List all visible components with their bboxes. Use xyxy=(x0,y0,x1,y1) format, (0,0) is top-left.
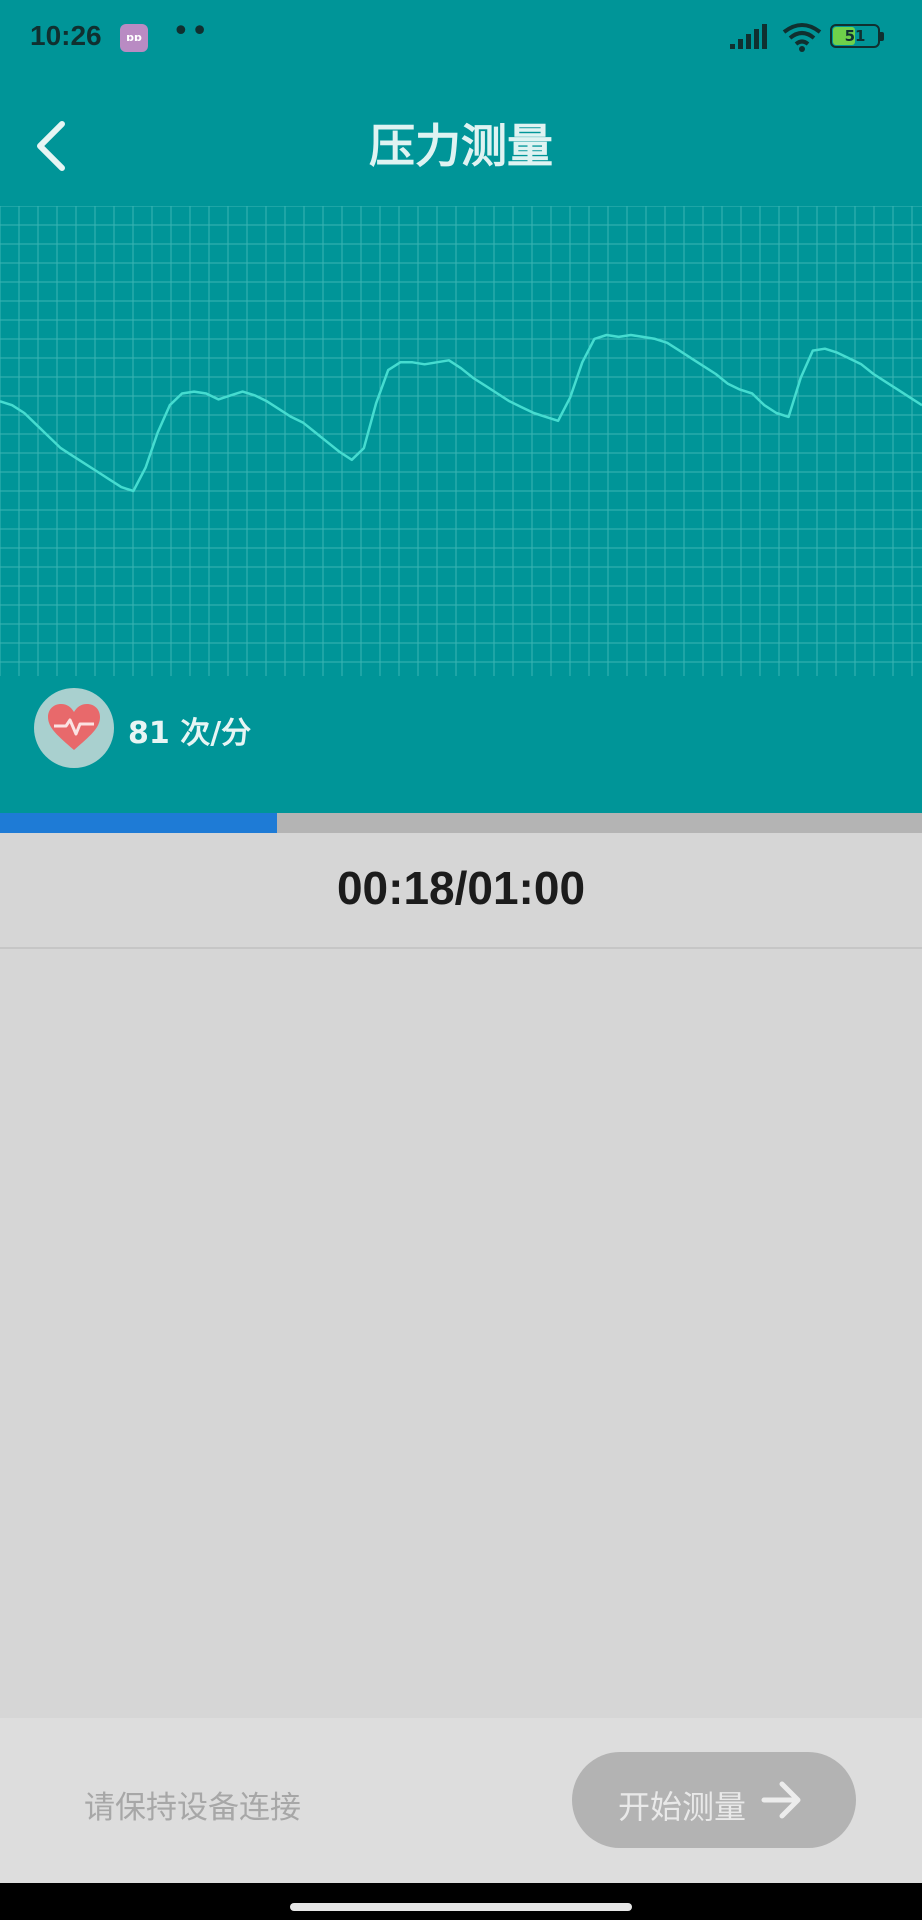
timer-row: 00:18/01:00 xyxy=(0,833,922,949)
app-notification-icon: ɒɒ xyxy=(120,24,148,52)
status-time: 10:26 xyxy=(30,20,102,51)
heart-pulse-icon xyxy=(34,688,114,768)
heart-rate-row: 81 次/分 xyxy=(0,686,922,770)
measurement-progress-bar xyxy=(0,813,922,833)
start-measure-label: 开始测量 xyxy=(618,1788,747,1826)
wifi-icon xyxy=(782,23,822,52)
timer-text: 00:18/01:00 xyxy=(336,862,586,914)
more-notifications-icon: •• xyxy=(172,14,210,49)
battery-level: 51 xyxy=(844,27,866,45)
header: 压力测量 xyxy=(0,76,922,206)
system-nav-bar xyxy=(0,1883,922,1920)
status-bar: 10:26 ɒɒ •• 51 xyxy=(0,0,922,76)
start-measure-button[interactable]: 开始测量 xyxy=(572,1752,856,1848)
home-indicator[interactable] xyxy=(290,1903,632,1911)
progress-fill xyxy=(0,813,277,833)
arrow-right-icon xyxy=(761,1781,801,1819)
waveform-chart xyxy=(0,206,922,676)
connection-hint: 请保持设备连接 xyxy=(84,1790,301,1826)
page-title: 压力测量 xyxy=(369,119,553,173)
heart-rate-value: 81 次/分 xyxy=(128,716,252,751)
waveform-grid xyxy=(0,206,922,676)
top-panel: 10:26 ɒɒ •• 51 压力测量 81 次/分 xyxy=(0,0,922,813)
battery-icon: 51 xyxy=(830,24,884,50)
signal-icon xyxy=(730,24,767,49)
footer: 请保持设备连接 开始测量 xyxy=(0,1718,922,1883)
